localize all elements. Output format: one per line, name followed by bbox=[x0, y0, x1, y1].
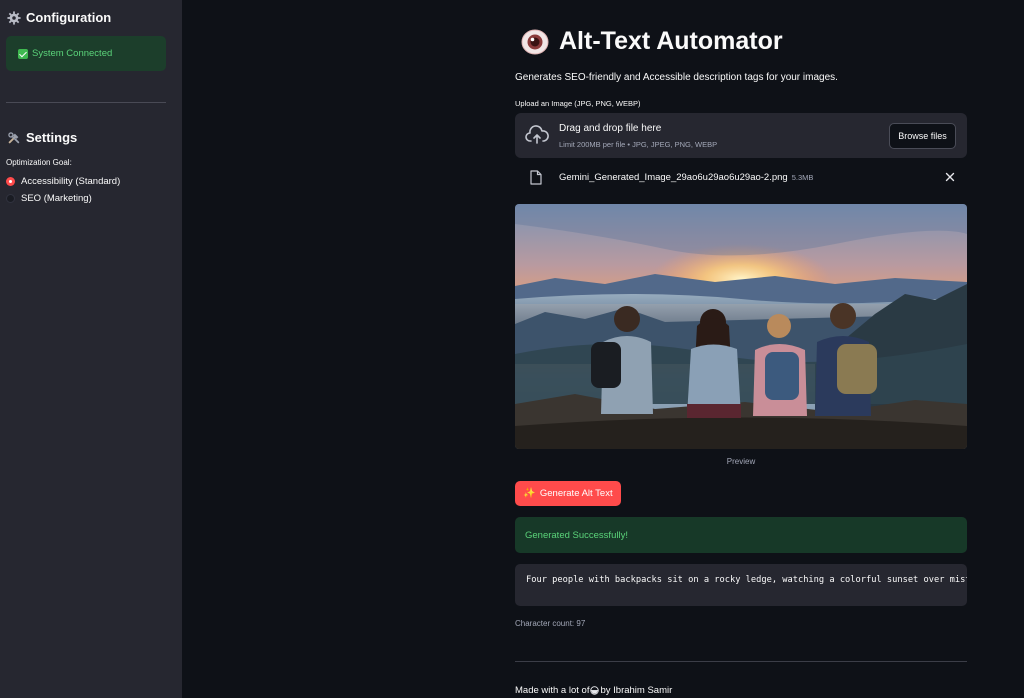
file-size: 5.3MB bbox=[791, 173, 814, 182]
browse-files-button[interactable]: Browse files bbox=[889, 123, 956, 149]
generate-label: Generate Alt Text bbox=[539, 488, 613, 499]
sidebar: Configuration System Connected Settings … bbox=[0, 0, 182, 698]
settings-title: Settings bbox=[26, 130, 78, 145]
page-title: Alt-Text Automator bbox=[521, 27, 783, 56]
radio-selected-icon[interactable] bbox=[6, 177, 15, 186]
preview-image bbox=[515, 204, 967, 449]
radio-seo[interactable]: SEO (Marketing) bbox=[6, 193, 92, 204]
file-icon bbox=[530, 170, 542, 185]
file-name: Gemini_Generated_Image_29ao6u29ao6u29ao-… bbox=[559, 172, 813, 183]
generate-alt-text-button[interactable]: ✨ Generate Alt Text bbox=[515, 481, 621, 506]
dropzone-limit: Limit 200MB per file • JPG, JPEG, PNG, W… bbox=[559, 140, 718, 149]
title-text: Alt-Text Automator bbox=[559, 27, 783, 55]
radio-accessibility[interactable]: Accessibility (Standard) bbox=[6, 176, 120, 187]
heart-icon bbox=[590, 686, 600, 695]
checkmark-icon bbox=[18, 48, 28, 59]
dropzone-title: Drag and drop file here bbox=[559, 123, 662, 134]
configuration-heading: Configuration bbox=[7, 10, 111, 25]
sidebar-divider bbox=[6, 102, 166, 103]
success-message: Generated Successfully! bbox=[515, 517, 967, 553]
preview-caption: Preview bbox=[726, 457, 756, 466]
optimization-goal-label: Optimization Goal: bbox=[6, 158, 72, 167]
alt-text-output[interactable]: Four people with backpacks sit on a rock… bbox=[515, 564, 967, 606]
footer-suffix: by Ibrahim Samir bbox=[600, 685, 673, 696]
image-preview bbox=[515, 204, 967, 449]
settings-heading: Settings bbox=[7, 130, 77, 145]
radio-unselected-icon[interactable] bbox=[6, 194, 15, 203]
character-count: Character count: 97 bbox=[515, 619, 586, 628]
radio-label: SEO (Marketing) bbox=[21, 193, 92, 204]
footer-divider bbox=[515, 661, 967, 662]
file-dropzone[interactable]: Drag and drop file here Limit 200MB per … bbox=[515, 113, 967, 158]
status-badge: System Connected bbox=[6, 36, 166, 71]
tools-icon bbox=[8, 131, 20, 143]
close-icon[interactable] bbox=[945, 172, 955, 182]
eye-icon bbox=[521, 29, 549, 54]
gear-icon bbox=[7, 10, 21, 25]
cloud-upload-icon bbox=[525, 125, 549, 144]
page-subtitle: Generates SEO-friendly and Accessible de… bbox=[515, 72, 838, 83]
alt-text-value: Four people with backpacks sit on a rock… bbox=[526, 575, 967, 585]
uploaded-file: Gemini_Generated_Image_29ao6u29ao6u29ao-… bbox=[515, 169, 967, 187]
status-text: System Connected bbox=[32, 48, 113, 59]
radio-label: Accessibility (Standard) bbox=[21, 176, 121, 187]
footer-prefix: Made with a lot of bbox=[515, 685, 590, 696]
configuration-title: Configuration bbox=[26, 10, 112, 25]
upload-label: Upload an Image (JPG, PNG, WEBP) bbox=[515, 99, 641, 108]
sparkles-icon: ✨ bbox=[523, 488, 536, 499]
file-name-text: Gemini_Generated_Image_29ao6u29ao6u29ao-… bbox=[559, 172, 788, 183]
footer: Made with a lot of by Ibrahim Samir bbox=[515, 685, 672, 696]
